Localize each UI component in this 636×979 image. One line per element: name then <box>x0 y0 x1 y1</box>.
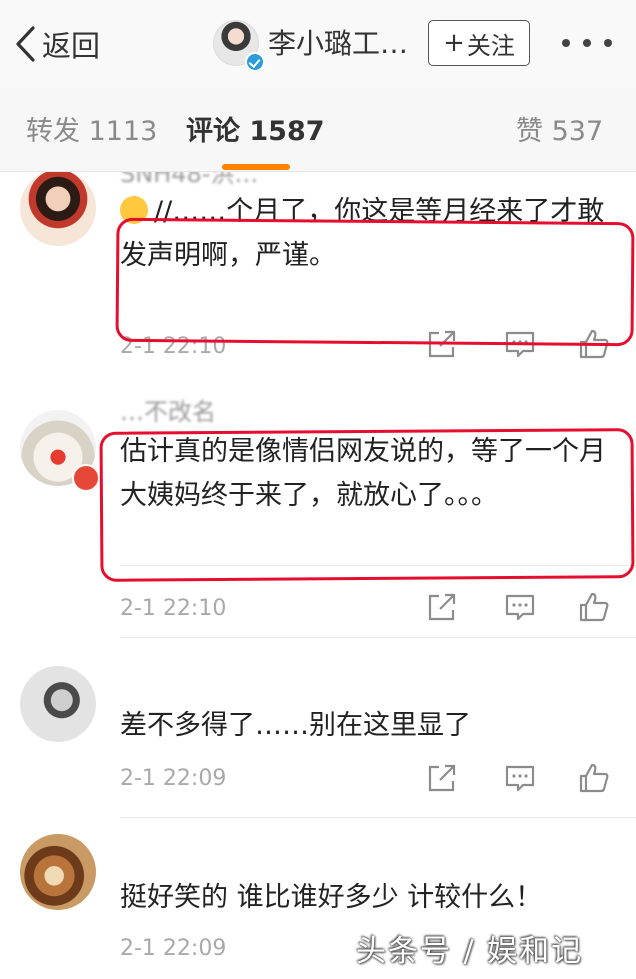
watermark: 头条号 / 娱和记 <box>356 934 584 969</box>
share-icon[interactable] <box>426 328 458 360</box>
comment-text: 估计真的是像情侣网友说的，等了一个月大姨妈终于来了，就放心了。。。 <box>120 436 606 511</box>
comment-list: SNH48-洪… //……个月了，你这是等月经来了才敢发声明啊，严谨。 2-1 … <box>0 172 636 979</box>
tab-likes[interactable]: 赞 537 <box>516 114 603 150</box>
chevron-left-icon <box>16 26 35 62</box>
comment-item: …不改名 估计真的是像情侣网友说的，等了一个月大姨妈终于来了，就放心了。。。 2… <box>0 398 636 622</box>
commenter-avatar[interactable] <box>20 834 96 910</box>
comment-time: 2-1 22:10 <box>120 596 227 621</box>
comment-actions <box>426 591 616 625</box>
commenter-name[interactable]: SNH48-洪… <box>120 172 258 189</box>
active-tab-indicator <box>222 164 290 170</box>
comment-actions <box>426 328 616 362</box>
thumbs-up-icon[interactable] <box>578 762 610 794</box>
commenter-avatar[interactable] <box>20 666 96 742</box>
comment-tabs: 转发 1113 评论 1587 赞 537 <box>0 88 636 172</box>
thumbs-up-icon[interactable] <box>578 328 610 360</box>
back-label: 返回 <box>42 29 101 63</box>
comment-actions <box>426 762 616 796</box>
laughing-emoji-icon <box>120 196 148 224</box>
commenter-name[interactable]: …不改名 <box>120 392 216 427</box>
back-button[interactable]: 返回 <box>14 20 100 68</box>
thumbs-up-icon[interactable] <box>578 591 610 623</box>
comment-text: 差不多得了……别在这里显了 <box>120 710 471 741</box>
share-icon[interactable] <box>426 762 458 794</box>
comment-reply-icon[interactable] <box>504 328 536 360</box>
more-options-icon[interactable] <box>562 36 612 50</box>
top-navigation-bar: 返回 李小璐工… + 关注 <box>0 0 636 88</box>
comment-time: 2-1 22:09 <box>120 936 227 961</box>
comment-time: 2-1 22:10 <box>120 334 227 359</box>
verified-badge-icon <box>245 52 265 72</box>
comment-reply-icon[interactable] <box>504 762 536 794</box>
plus-icon: + <box>443 28 465 58</box>
commenter-avatar[interactable] <box>20 172 96 246</box>
follow-label: 关注 <box>466 31 515 60</box>
member-badge-icon <box>72 464 100 492</box>
comment-text: 挺好笑的 谁比谁好多少 计较什么！ <box>120 882 543 913</box>
author-name[interactable]: 李小璐工… <box>268 26 420 62</box>
tab-comments[interactable]: 评论 1587 <box>186 114 325 150</box>
share-icon[interactable] <box>426 591 458 623</box>
tab-repost[interactable]: 转发 1113 <box>26 114 157 150</box>
follow-button[interactable]: + 关注 <box>428 20 530 66</box>
comment-reply-icon[interactable] <box>504 591 536 623</box>
comment-item: 差不多得了……别在这里显了 2-1 22:09 <box>0 638 636 818</box>
comment-text: //……个月了，你这是等月经来了才敢发声明啊，严谨。 <box>120 196 605 271</box>
comment-time: 2-1 22:09 <box>120 766 227 791</box>
